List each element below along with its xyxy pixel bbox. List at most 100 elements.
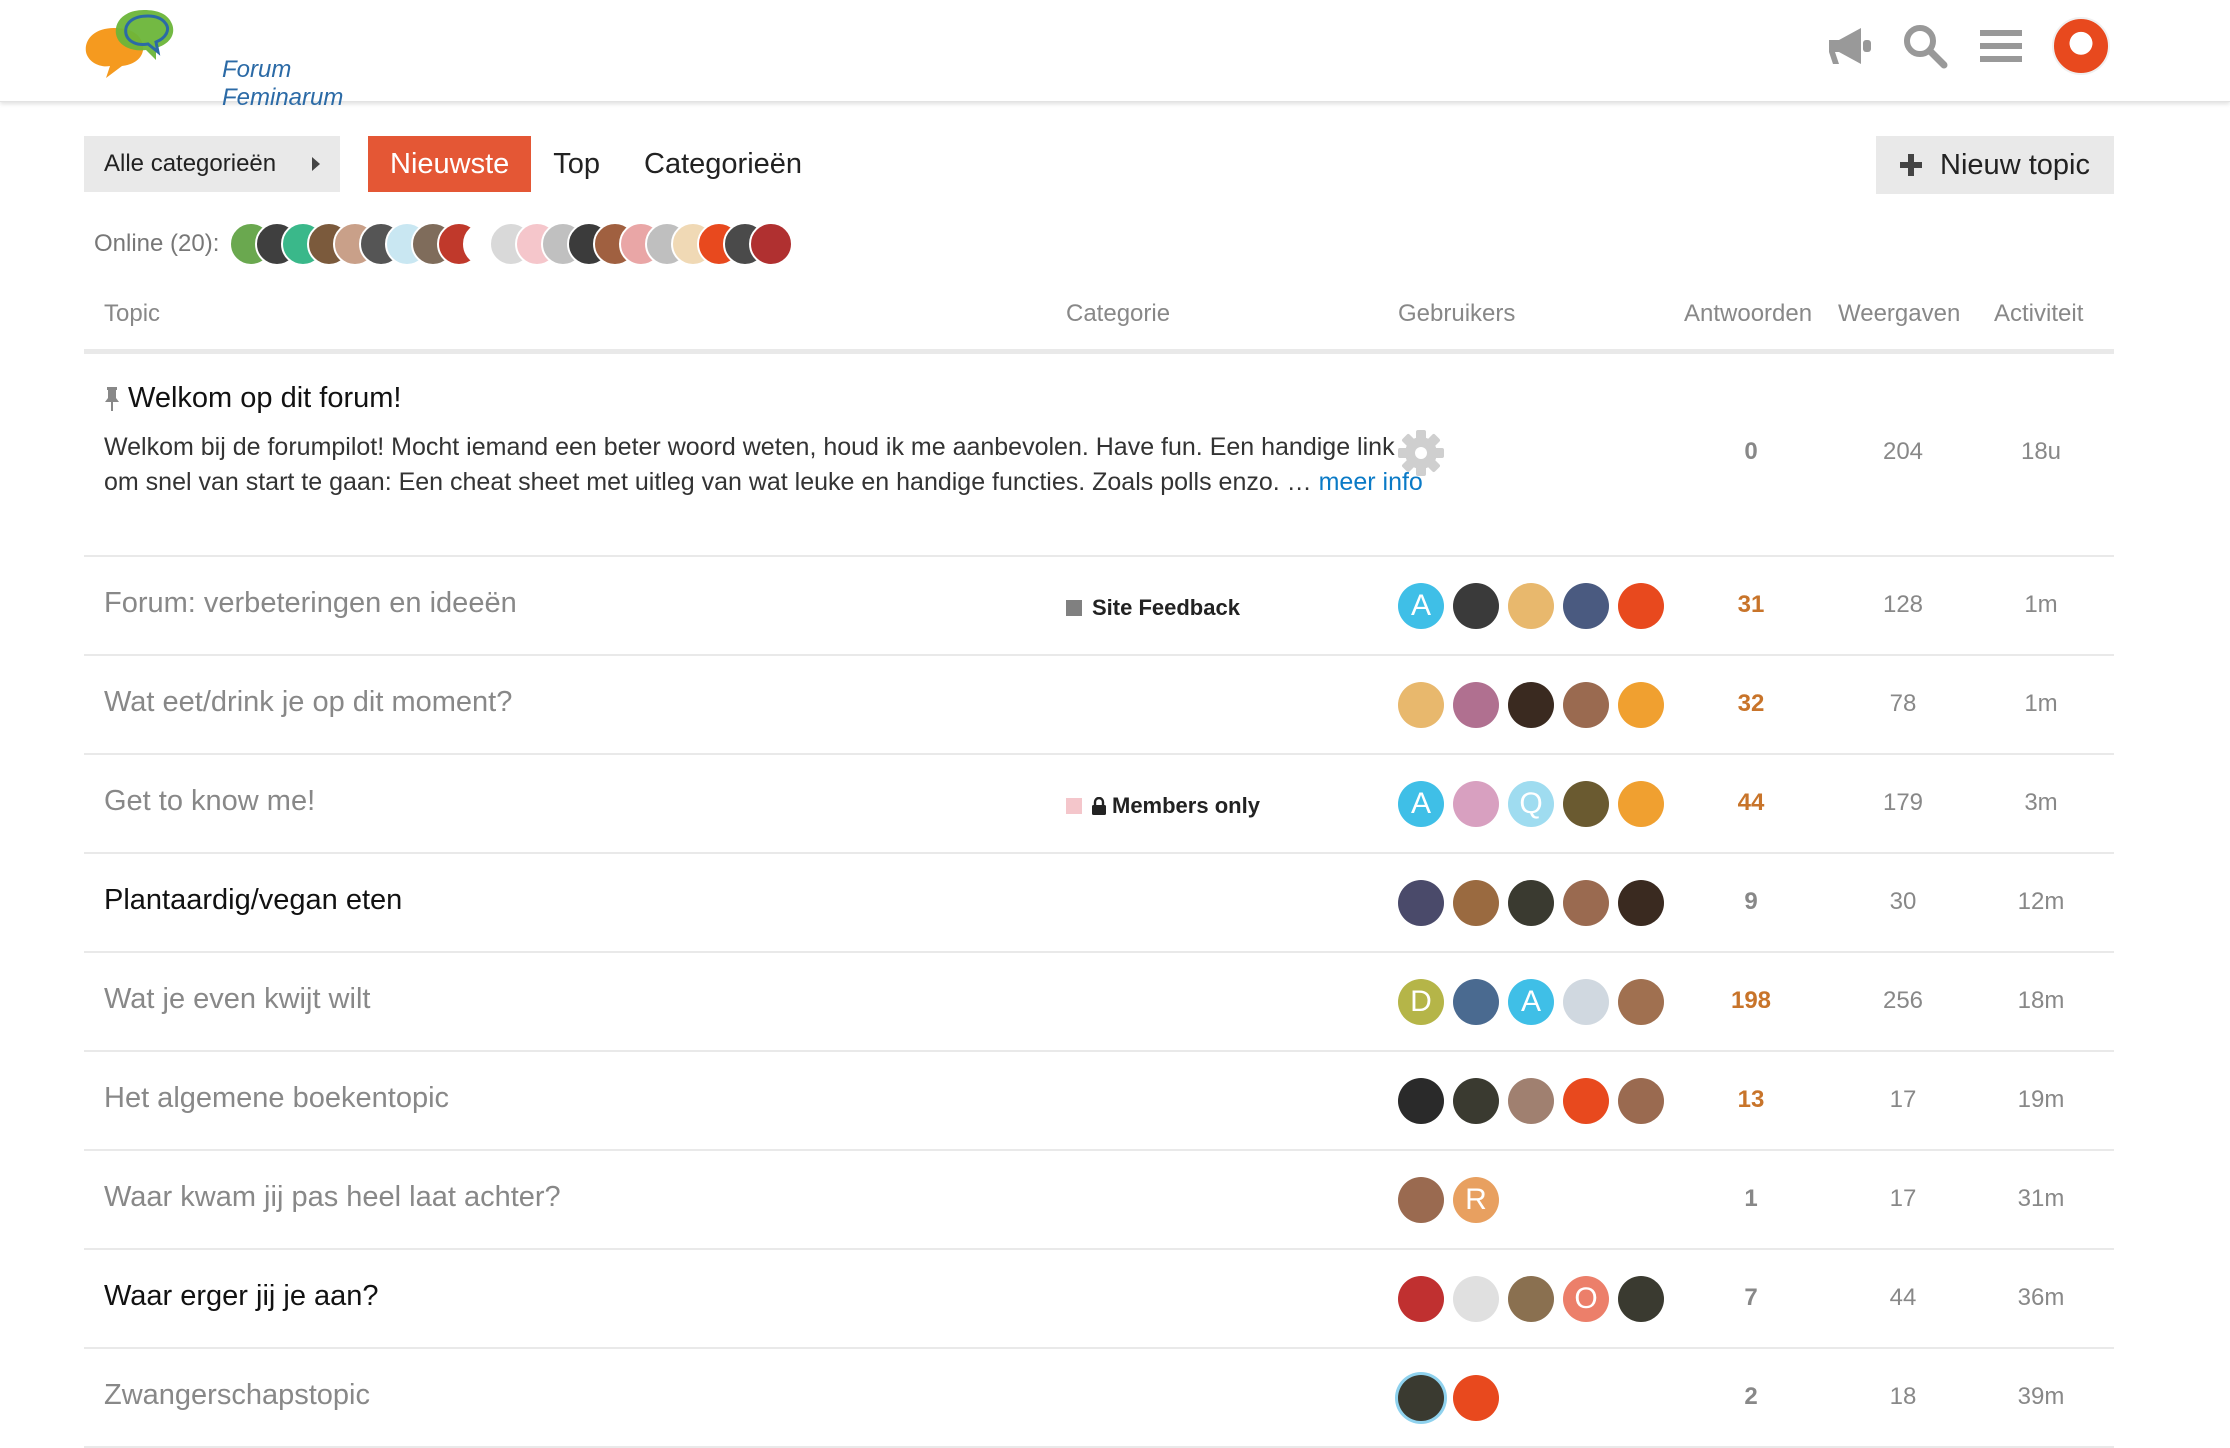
user-avatar[interactable] (1618, 979, 1664, 1025)
user-avatar[interactable] (1398, 880, 1444, 926)
user-avatar[interactable]: D (1398, 979, 1444, 1025)
navigation-bar: Alle categorieën Nieuwste Top Categorieë… (84, 136, 824, 192)
topic-row[interactable]: Het algemene boekentopic 13 17 19m (84, 1052, 2114, 1151)
view-count: 18 (1889, 1383, 1917, 1410)
participant-avatars: R (1398, 1177, 1499, 1223)
megaphone-icon[interactable] (1824, 21, 1874, 71)
user-avatar[interactable] (1508, 1078, 1554, 1124)
activity-time[interactable]: 19m (1986, 1086, 2096, 1114)
topic-row[interactable]: Plantaardig/vegan eten 9 30 12m (84, 854, 2114, 953)
header-users: Gebruikers (1398, 300, 1516, 327)
user-avatar[interactable] (1618, 583, 1664, 629)
topic-title[interactable]: Get to know me! (104, 785, 315, 818)
pinned-topic-title[interactable]: Welkom op dit forum! (104, 382, 401, 415)
user-avatar[interactable]: A (1398, 583, 1444, 629)
category-dropdown[interactable]: Alle categorieën (84, 136, 340, 192)
user-avatar[interactable] (1618, 781, 1664, 827)
topic-row[interactable]: Waar erger jij je aan? O 7 44 36m (84, 1250, 2114, 1349)
reply-count: 198 (1730, 987, 1772, 1014)
user-avatar[interactable]: R (1453, 1177, 1499, 1223)
user-avatar[interactable] (1508, 880, 1554, 926)
user-avatar[interactable] (1563, 682, 1609, 728)
user-avatar[interactable] (1618, 1276, 1664, 1322)
topic-row[interactable]: Waar kwam jij pas heel laat achter? R 1 17 3… (84, 1151, 2114, 1250)
user-avatar[interactable]: Q (1508, 781, 1554, 827)
reply-count: 32 (1737, 690, 1765, 717)
reply-count: 13 (1737, 1086, 1765, 1113)
user-avatar[interactable] (1398, 1375, 1444, 1421)
user-avatar[interactable] (1398, 1177, 1444, 1223)
topic-row[interactable]: Zwangerschapstopic 2 18 39m (84, 1349, 2114, 1448)
user-avatar[interactable] (1508, 1276, 1554, 1322)
user-avatar[interactable] (1398, 1078, 1444, 1124)
site-logo[interactable]: Forum Feminarum (84, 6, 364, 111)
view-count: 128 (1882, 591, 1924, 618)
user-avatar[interactable] (1563, 583, 1609, 629)
user-avatar[interactable] (1618, 1078, 1664, 1124)
logo-text: Forum Feminarum (222, 56, 344, 111)
user-avatar[interactable] (1398, 682, 1444, 728)
hamburger-icon[interactable] (1976, 21, 2026, 71)
user-avatar[interactable] (1453, 1375, 1499, 1421)
user-avatar[interactable] (1453, 880, 1499, 926)
user-avatar[interactable] (1563, 880, 1609, 926)
user-avatar[interactable] (1563, 1078, 1609, 1124)
user-avatar[interactable] (1453, 583, 1499, 629)
activity-time[interactable]: 31m (1986, 1185, 2096, 1213)
view-count: 44 (1889, 1284, 1917, 1311)
user-avatar[interactable] (1453, 781, 1499, 827)
header-replies[interactable]: Antwoorden (1684, 300, 1812, 328)
user-avatar[interactable] (1563, 979, 1609, 1025)
user-avatar[interactable] (1563, 781, 1609, 827)
topic-title[interactable]: Wat eet/drink je op dit moment? (104, 686, 512, 719)
new-topic-button[interactable]: Nieuw topic (1876, 136, 2114, 194)
search-icon[interactable] (1900, 21, 1950, 71)
pinned-topic-row[interactable]: Welkom op dit forum! Welkom bij de forum… (84, 354, 2114, 557)
activity-time[interactable]: 18u (1986, 438, 2096, 466)
category-badge[interactable]: Site Feedback (1066, 595, 1240, 621)
activity-time[interactable]: 12m (1986, 888, 2096, 916)
topic-row[interactable]: Get to know me! Members only A Q 44 179 3m (84, 755, 2114, 854)
activity-time[interactable]: 3m (1986, 789, 2096, 817)
activity-time[interactable]: 39m (1986, 1383, 2096, 1411)
user-avatar[interactable] (1453, 682, 1499, 728)
activity-time[interactable]: 36m (1986, 1284, 2096, 1312)
view-count: 78 (1889, 690, 1917, 717)
user-avatar[interactable] (1398, 1276, 1444, 1322)
topic-title[interactable]: Forum: verbeteringen en ideeën (104, 587, 517, 620)
user-avatar[interactable]: A (1398, 781, 1444, 827)
online-avatar[interactable] (749, 222, 794, 266)
topic-row[interactable]: Wat je even kwijt wilt D A 198 256 18m (84, 953, 2114, 1052)
tab-nieuwste[interactable]: Nieuwste (368, 136, 532, 192)
category-badge[interactable]: Members only (1066, 793, 1260, 819)
user-avatar[interactable]: O (1563, 1276, 1609, 1322)
topic-row[interactable]: Wat eet/drink je op dit moment? 32 78 1m (84, 656, 2114, 755)
user-avatar[interactable]: A (1508, 979, 1554, 1025)
topic-title[interactable]: Waar erger jij je aan? (104, 1280, 379, 1313)
user-avatar[interactable] (1508, 583, 1554, 629)
user-avatar[interactable] (1453, 979, 1499, 1025)
header-topic[interactable]: Topic (104, 300, 160, 328)
topic-row[interactable]: Forum: verbeteringen en ideeën Site Feedb… (84, 557, 2114, 656)
user-avatar[interactable] (2052, 17, 2110, 75)
online-users: Online (20): (94, 220, 794, 268)
header-category[interactable]: Categorie (1066, 300, 1170, 328)
topic-title[interactable]: Waar kwam jij pas heel laat achter? (104, 1181, 561, 1214)
tab-categorieen[interactable]: Categorieën (622, 136, 824, 192)
activity-time[interactable]: 1m (1986, 690, 2096, 718)
user-avatar[interactable] (1453, 1078, 1499, 1124)
activity-time[interactable]: 18m (1986, 987, 2096, 1015)
category-color-swatch (1066, 798, 1082, 814)
tab-top[interactable]: Top (531, 136, 622, 192)
user-avatar[interactable] (1618, 880, 1664, 926)
header-activity[interactable]: Activiteit (1994, 300, 2083, 328)
topic-title[interactable]: Plantaardig/vegan eten (104, 884, 402, 917)
topic-title[interactable]: Het algemene boekentopic (104, 1082, 449, 1115)
user-avatar[interactable] (1618, 682, 1664, 728)
user-avatar[interactable] (1508, 682, 1554, 728)
user-avatar[interactable] (1453, 1276, 1499, 1322)
header-views[interactable]: Weergaven (1838, 300, 1960, 328)
topic-title[interactable]: Wat je even kwijt wilt (104, 983, 370, 1016)
activity-time[interactable]: 1m (1986, 591, 2096, 619)
topic-title[interactable]: Zwangerschapstopic (104, 1379, 370, 1412)
